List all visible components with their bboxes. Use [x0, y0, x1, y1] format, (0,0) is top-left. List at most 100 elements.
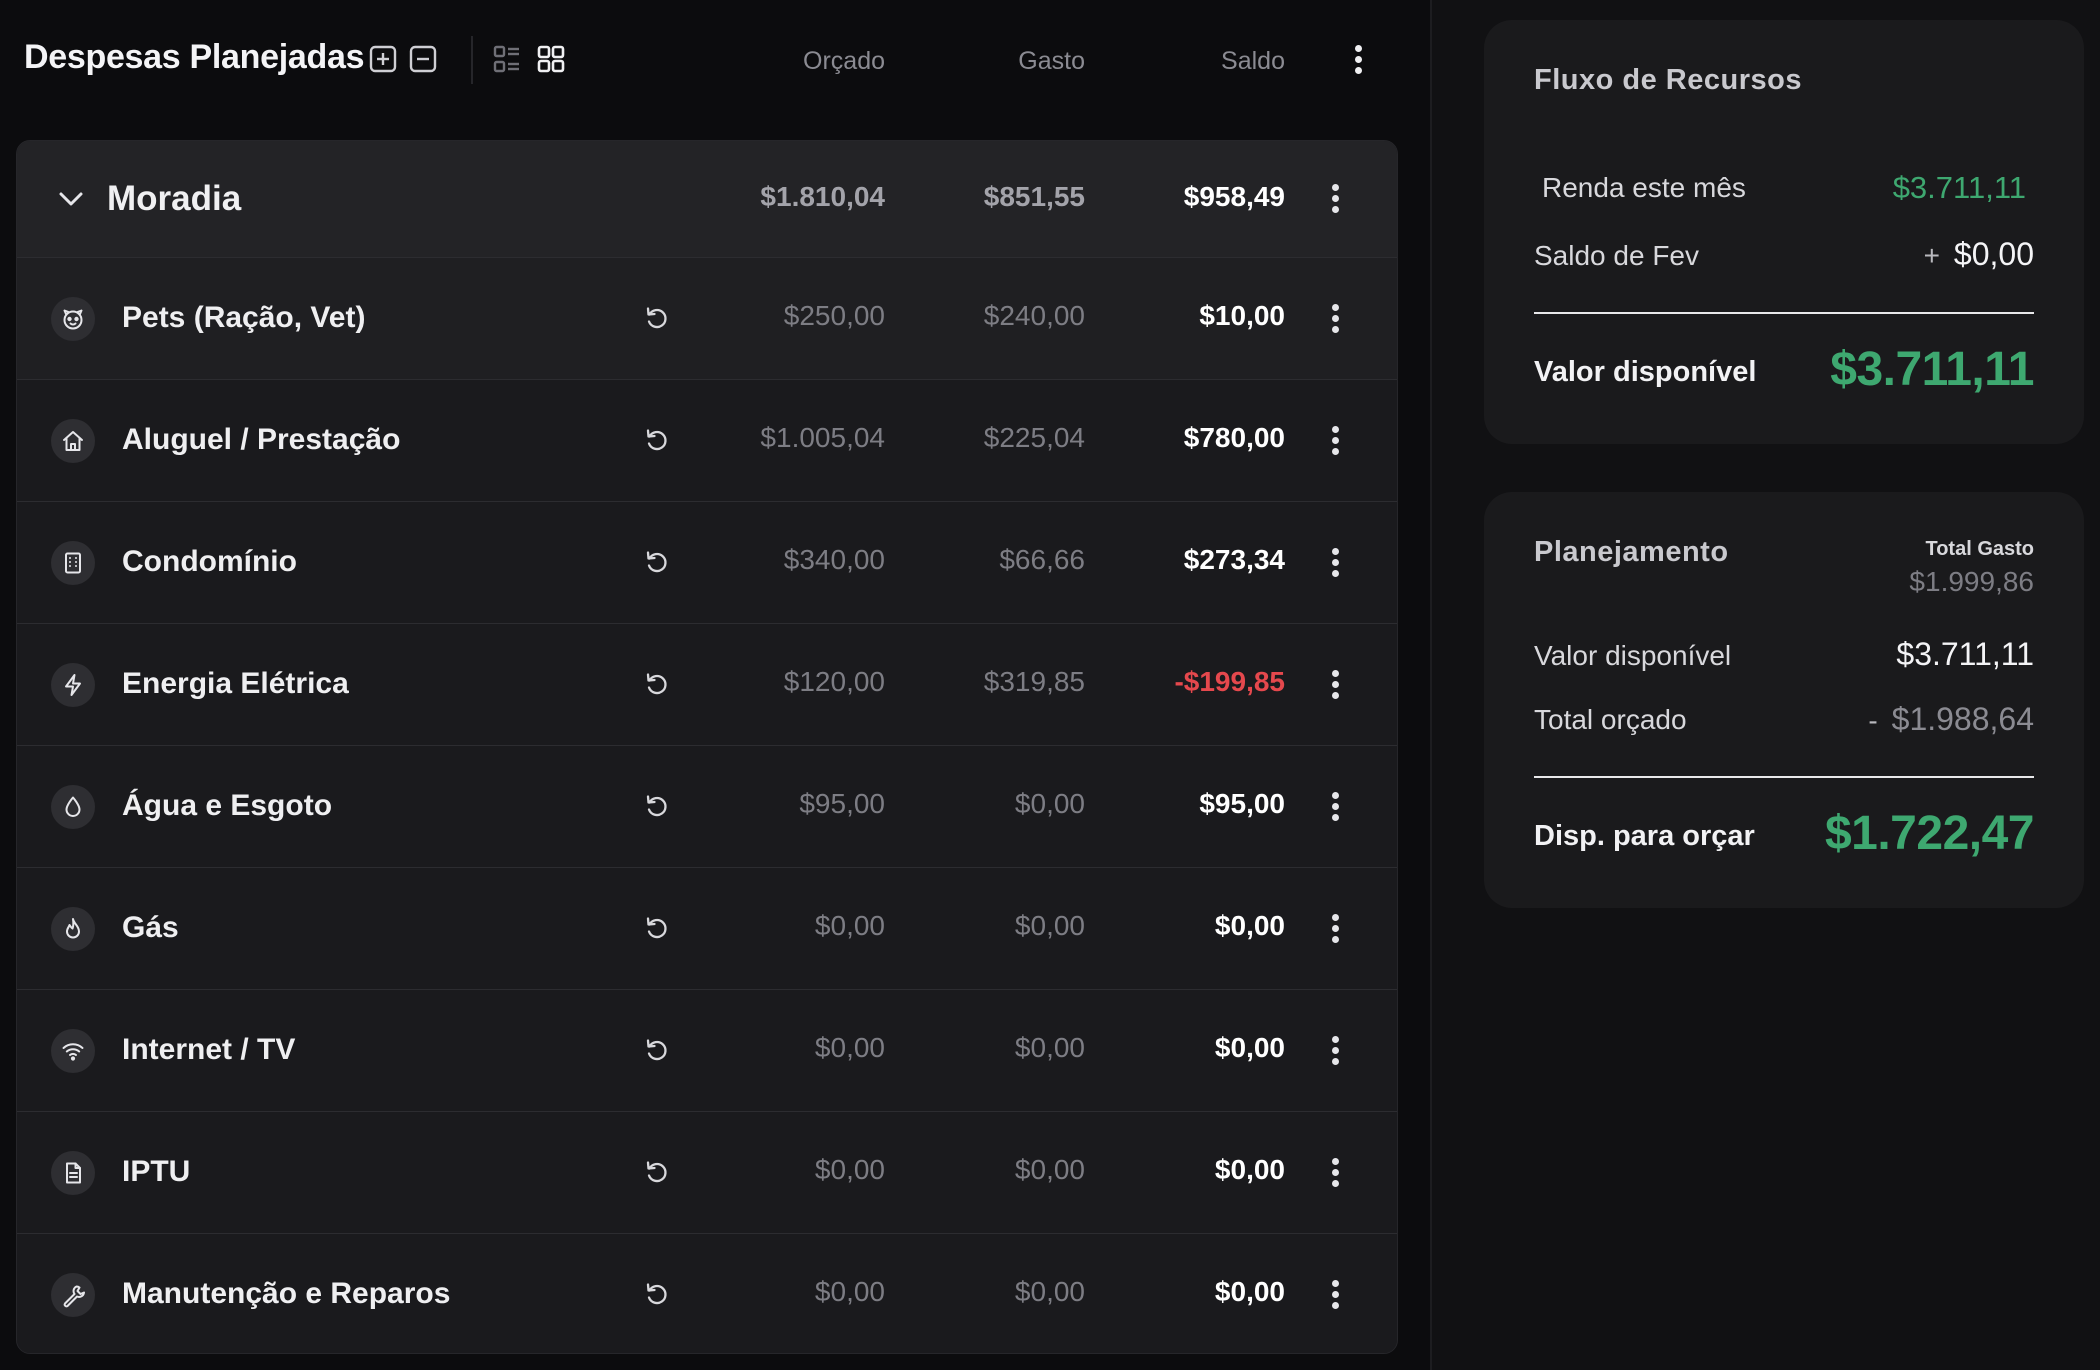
- list-view-icon[interactable]: [492, 44, 522, 74]
- recurring-icon[interactable]: [642, 913, 672, 943]
- grid-view-icon[interactable]: [536, 44, 566, 74]
- category-budget[interactable]: $0,00: [685, 1154, 885, 1186]
- page-title: Despesas Planejadas: [24, 38, 365, 76]
- category-budget[interactable]: $120,00: [685, 666, 885, 698]
- category-balance: $780,00: [1183, 422, 1285, 453]
- row-more-icon[interactable]: [1323, 421, 1347, 461]
- category-balance: $273,34: [1183, 544, 1285, 575]
- table-row[interactable]: Condomínio $340,00 $66,66 $273,34: [17, 501, 1397, 623]
- expenses-table: Moradia $1.810,04 $851,55 $958,49 Pets (…: [16, 140, 1398, 1354]
- lightning-icon: [65, 674, 81, 696]
- total-spent-label: Total Gasto: [1925, 538, 2034, 560]
- recurring-icon[interactable]: [642, 1279, 672, 1309]
- recurring-icon[interactable]: [642, 425, 672, 455]
- category-spent: $0,00: [1014, 788, 1085, 819]
- paw-icon: [63, 309, 83, 330]
- recurring-icon[interactable]: [642, 669, 672, 699]
- category-budget[interactable]: $0,00: [685, 1276, 885, 1308]
- flow-title: Fluxo de Recursos: [1534, 64, 1802, 96]
- category-balance: $0,00: [1214, 1154, 1285, 1185]
- to-budget-label: Disp. para orçar: [1534, 820, 1755, 852]
- category-name: Pets (Ração, Vet): [122, 301, 366, 334]
- category-budget[interactable]: $0,00: [685, 910, 885, 942]
- wrench-icon: [63, 1285, 85, 1308]
- category-name: Internet / TV: [122, 1033, 296, 1066]
- category-icon: [51, 1151, 95, 1195]
- category-budget[interactable]: $95,00: [685, 788, 885, 820]
- building-icon: [65, 552, 81, 574]
- category-balance: $95,00: [1199, 788, 1285, 819]
- category-name: Aluguel / Prestação: [122, 423, 401, 456]
- expand-all-icon[interactable]: [368, 44, 398, 74]
- column-header-balance[interactable]: Saldo: [1085, 47, 1285, 76]
- flow-available-label: Valor disponível: [1534, 356, 1757, 388]
- category-budget[interactable]: $340,00: [685, 544, 885, 576]
- category-icon: [51, 663, 95, 707]
- summary-panel: Fluxo de Recursos Renda este mês $3.711,…: [1430, 0, 2100, 1370]
- recurring-icon[interactable]: [642, 791, 672, 821]
- category-spent: $0,00: [1014, 1032, 1085, 1063]
- income-value: $3.711,11: [1892, 170, 2026, 205]
- to-budget-value: $1.722,47: [1824, 807, 2035, 860]
- prev-balance-label: Saldo de Fev: [1534, 240, 1699, 271]
- divider: [1534, 776, 2034, 778]
- planning-card: Planejamento Total Gasto $1.999,86 Valor…: [1484, 492, 2084, 908]
- category-spent: $0,00: [1014, 910, 1085, 941]
- table-row[interactable]: Água e Esgoto $95,00 $0,00 $95,00: [17, 745, 1397, 867]
- planning-available-value: $3.711,11: [1896, 636, 2034, 672]
- category-balance: $10,00: [1199, 300, 1285, 331]
- recurring-icon[interactable]: [642, 547, 672, 577]
- row-more-icon[interactable]: [1323, 787, 1347, 827]
- row-more-icon[interactable]: [1323, 299, 1347, 339]
- category-balance: $0,00: [1214, 1032, 1285, 1063]
- row-more-icon[interactable]: [1323, 1153, 1347, 1193]
- table-row[interactable]: Pets (Ração, Vet) $250,00 $240,00 $10,00: [17, 257, 1397, 379]
- table-row[interactable]: Gás $0,00 $0,00 $0,00: [17, 867, 1397, 989]
- table-row[interactable]: Internet / TV $0,00 $0,00 $0,00: [17, 989, 1397, 1111]
- table-row[interactable]: IPTU $0,00 $0,00 $0,00: [17, 1111, 1397, 1233]
- row-more-icon[interactable]: [1323, 1031, 1347, 1071]
- category-balance: $0,00: [1214, 1276, 1285, 1307]
- category-name: Condomínio: [122, 545, 297, 578]
- category-budget[interactable]: $0,00: [685, 1032, 885, 1064]
- flow-card: Fluxo de Recursos Renda este mês $3.711,…: [1484, 20, 2084, 444]
- recurring-icon[interactable]: [642, 1157, 672, 1187]
- category-name: Gás: [122, 911, 179, 944]
- budgeted-label: Total orçado: [1534, 704, 1687, 735]
- category-spent: $240,00: [983, 300, 1085, 331]
- table-row[interactable]: Energia Elétrica $120,00 $319,85 -$199,85: [17, 623, 1397, 745]
- category-spent: $319,85: [983, 666, 1085, 697]
- row-more-icon[interactable]: [1323, 1275, 1347, 1315]
- column-header-budget[interactable]: Orçado: [685, 47, 885, 76]
- row-more-icon[interactable]: [1323, 909, 1347, 949]
- category-spent: $225,04: [983, 422, 1085, 453]
- category-icon: [51, 1273, 95, 1317]
- table-row[interactable]: Aluguel / Prestação $1.005,04 $225,04 $780,…: [17, 379, 1397, 501]
- planning-available-label: Valor disponível: [1534, 640, 1732, 671]
- group-more-icon[interactable]: [1323, 179, 1347, 219]
- category-balance: -$199,85: [1174, 666, 1285, 697]
- planning-title: Planejamento: [1534, 536, 1729, 568]
- divider: [1534, 312, 2034, 314]
- header-more-icon[interactable]: [1346, 40, 1370, 80]
- recurring-icon[interactable]: [642, 1035, 672, 1065]
- category-spent: $66,66: [999, 544, 1085, 575]
- flow-available-value: $3.711,11: [1830, 343, 2034, 396]
- column-header-spent[interactable]: Gasto: [885, 47, 1085, 76]
- category-balance: $0,00: [1214, 910, 1285, 941]
- category-budget[interactable]: $250,00: [685, 300, 885, 332]
- category-budget[interactable]: $1.005,04: [685, 422, 885, 454]
- group-row-moradia[interactable]: Moradia $1.810,04 $851,55 $958,49: [17, 141, 1397, 257]
- recurring-icon[interactable]: [642, 303, 672, 333]
- row-more-icon[interactable]: [1323, 665, 1347, 705]
- row-more-icon[interactable]: [1323, 543, 1347, 583]
- chevron-down-icon[interactable]: [55, 183, 87, 215]
- flame-icon: [66, 918, 80, 939]
- planned-expenses-panel: Despesas Planejadas Orçado Gasto Saldo M…: [0, 0, 1430, 1370]
- table-row[interactable]: Manutenção e Reparos $0,00 $0,00 $0,00: [17, 1233, 1397, 1353]
- prev-balance-value: + $0,00: [1923, 236, 2034, 272]
- category-name: IPTU: [122, 1155, 191, 1188]
- total-spent-value: $1.999,86: [1909, 566, 2034, 597]
- category-icon: [51, 297, 95, 341]
- collapse-all-icon[interactable]: [408, 44, 438, 74]
